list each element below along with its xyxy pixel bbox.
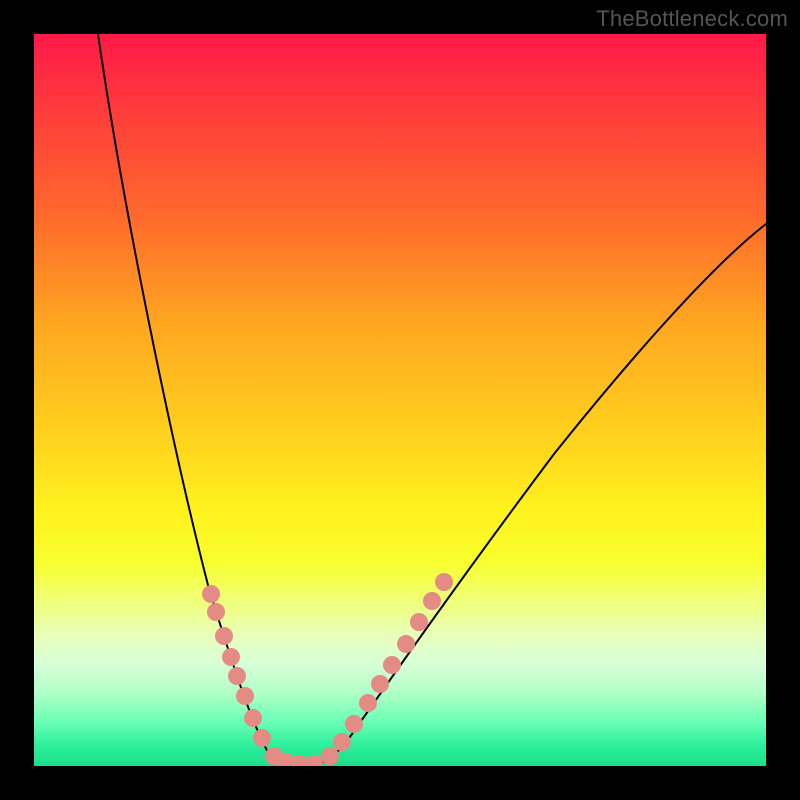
data-dot — [435, 573, 453, 591]
data-dot — [333, 733, 351, 751]
data-dot — [236, 687, 254, 705]
data-dot — [359, 694, 377, 712]
data-dot — [397, 635, 415, 653]
curve-left — [98, 34, 304, 766]
data-dot — [383, 656, 401, 674]
dots-right — [321, 573, 453, 765]
data-dot — [253, 729, 271, 747]
chart-overlay — [34, 34, 766, 766]
watermark-text: TheBottleneck.com — [596, 6, 788, 32]
data-dot — [305, 755, 323, 766]
data-dot — [321, 747, 339, 765]
dots-left — [202, 585, 283, 765]
data-dot — [215, 627, 233, 645]
chart-frame: TheBottleneck.com — [0, 0, 800, 800]
data-dot — [345, 715, 363, 733]
data-dot — [244, 709, 262, 727]
data-dot — [228, 667, 246, 685]
data-dot — [371, 675, 389, 693]
dots-bottom — [277, 753, 323, 766]
plot-area — [34, 34, 766, 766]
data-dot — [202, 585, 220, 603]
data-dot — [410, 613, 428, 631]
data-dot — [423, 592, 441, 610]
data-dot — [222, 648, 240, 666]
data-dot — [207, 603, 225, 621]
